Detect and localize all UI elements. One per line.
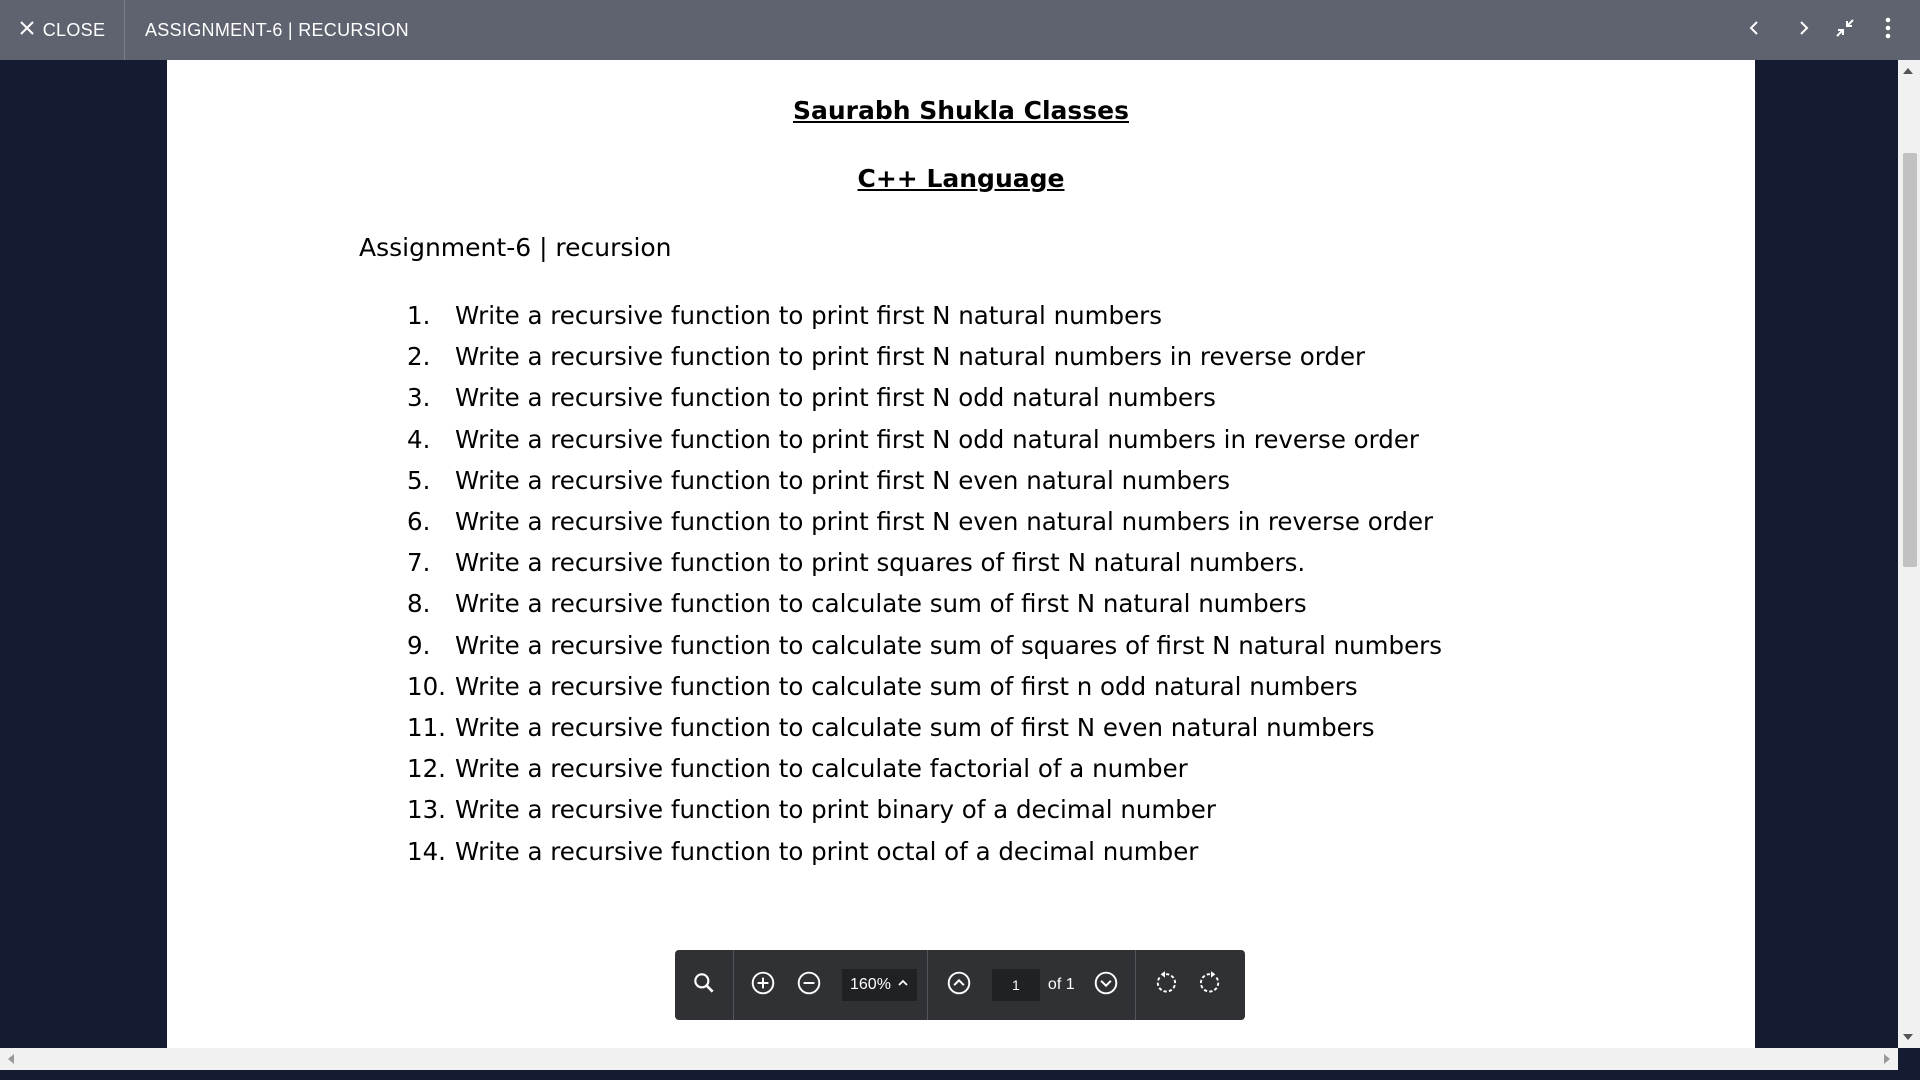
close-button[interactable]: CLOSE	[0, 0, 125, 60]
vertical-scroll-thumb[interactable]	[1903, 153, 1917, 567]
toolbar-divider	[926, 950, 928, 1020]
list-item-number: 10.	[407, 671, 446, 701]
list-item: 14. Write a recursive function to print o…	[407, 830, 1442, 871]
list-item-number: 8.	[407, 589, 431, 619]
page-down-icon	[1093, 970, 1119, 1001]
previous-page-button[interactable]	[936, 962, 982, 1008]
pdf-toolbar: 160% of 1	[675, 950, 1245, 1020]
list-item: 6. Write a recursive function to print fi…	[407, 501, 1442, 542]
search-icon	[691, 970, 717, 1001]
top-bar: CLOSE ASSIGNMENT-6 | RECURSION	[0, 0, 1920, 60]
rotate-right-icon	[1198, 970, 1224, 1001]
page-count-label: of 1	[1047, 976, 1075, 993]
list-item-number: 13.	[407, 795, 446, 825]
chevron-up-icon	[897, 976, 909, 994]
zoom-value: 160%	[850, 976, 891, 993]
close-icon	[19, 20, 35, 41]
document-title: ASSIGNMENT-6 | RECURSION	[145, 20, 409, 40]
rotate-right-button[interactable]	[1188, 962, 1234, 1008]
next-button[interactable]	[1788, 14, 1820, 46]
document-page: Saurabh Shukla Classes C++ Language Assi…	[167, 60, 1755, 1048]
list-item: 2. Write a recursive function to print fi…	[407, 336, 1442, 377]
list-item-number: 6.	[407, 507, 431, 537]
list-item-number: 9.	[407, 630, 431, 660]
list-item: 11. Write a recursive function to calcula…	[407, 707, 1442, 748]
list-item-text: Write a recursive function to calculate …	[455, 671, 1358, 701]
list-item-number: 14.	[407, 836, 446, 866]
list-item-text: Write a recursive function to print octa…	[455, 836, 1199, 866]
list-item: 7. Write a recursive function to print sq…	[407, 542, 1442, 583]
rotate-left-button[interactable]	[1142, 962, 1188, 1008]
list-item-text: Write a recursive function to calculate …	[455, 754, 1188, 784]
list-item-text: Write a recursive function to print firs…	[455, 465, 1230, 495]
list-item-number: 12.	[407, 754, 446, 784]
list-item: 4. Write a recursive function to print fi…	[407, 419, 1442, 460]
toolbar-divider	[733, 950, 734, 1020]
scroll-down-arrow[interactable]	[1903, 1034, 1913, 1040]
vertical-scrollbar[interactable]	[1898, 60, 1920, 1048]
list-item: 12. Write a recursive function to calcula…	[407, 748, 1442, 789]
list-item-text: Write a recursive function to print bina…	[455, 795, 1216, 825]
more-vertical-icon	[1876, 16, 1900, 45]
list-item-text: Write a recursive function to print firs…	[455, 424, 1420, 454]
list-item: 5. Write a recursive function to print fi…	[407, 460, 1442, 501]
scroll-right-arrow[interactable]	[1884, 1054, 1890, 1064]
search-button[interactable]	[681, 962, 727, 1008]
list-item-text: Write a recursive function to print squa…	[455, 548, 1306, 578]
document-subheading: C++ Language	[857, 164, 1065, 193]
zoom-select[interactable]: 160%	[842, 969, 917, 1001]
assignment-title: Assignment-6 | recursion	[359, 233, 672, 262]
next-page-button[interactable]	[1083, 962, 1129, 1008]
list-item-text: Write a recursive function to print firs…	[455, 383, 1216, 413]
chevron-left-icon	[1742, 16, 1766, 45]
page-number-input[interactable]	[991, 969, 1040, 1001]
list-item-number: 3.	[407, 383, 431, 413]
list-item-number: 11.	[407, 712, 446, 742]
list-item-text: Write a recursive function to calculate …	[455, 712, 1375, 742]
list-item: 9. Write a recursive function to calculat…	[407, 625, 1442, 666]
bottom-strip	[0, 1070, 1920, 1080]
list-item-text: Write a recursive function to calculate …	[455, 589, 1307, 619]
list-item: 8. Write a recursive function to calculat…	[407, 583, 1442, 624]
list-item-text: Write a recursive function to print firs…	[455, 342, 1366, 372]
list-item-number: 2.	[407, 342, 431, 372]
chevron-right-icon	[1792, 16, 1816, 45]
scroll-left-arrow[interactable]	[8, 1054, 14, 1064]
list-item-number: 5.	[407, 465, 431, 495]
list-item: 13. Write a recursive function to print b…	[407, 789, 1442, 830]
list-item-number: 4.	[407, 424, 431, 454]
list-item-text: Write a recursive function to print firs…	[455, 301, 1163, 331]
list-item: 3. Write a recursive function to print fi…	[407, 377, 1442, 418]
exit-fullscreen-button[interactable]	[1829, 14, 1861, 46]
horizontal-scrollbar[interactable]	[0, 1048, 1898, 1070]
toolbar-divider	[1134, 950, 1136, 1020]
document-viewer[interactable]: Saurabh Shukla Classes C++ Language Assi…	[0, 60, 1920, 1048]
list-item-number: 7.	[407, 548, 431, 578]
zoom-out-icon	[796, 970, 822, 1001]
document-heading: Saurabh Shukla Classes	[792, 96, 1130, 125]
list-item-text: Write a recursive function to calculate …	[455, 630, 1442, 660]
exit-fullscreen-icon	[1833, 16, 1857, 45]
rotate-left-icon	[1152, 970, 1178, 1001]
list-item: 1. Write a recursive function to print fi…	[407, 295, 1442, 336]
list-item-text: Write a recursive function to print firs…	[455, 507, 1434, 537]
scroll-up-arrow[interactable]	[1903, 68, 1913, 74]
more-options-button[interactable]	[1872, 14, 1904, 46]
previous-button[interactable]	[1738, 14, 1770, 46]
zoom-in-button[interactable]	[740, 962, 786, 1008]
zoom-out-button[interactable]	[786, 962, 832, 1008]
list-item: 10. Write a recursive function to calcula…	[407, 666, 1442, 707]
list-item-number: 1.	[407, 301, 431, 331]
close-label: CLOSE	[42, 19, 106, 40]
page-up-icon	[946, 970, 972, 1001]
exercise-list: 1. Write a recursive function to print fi…	[407, 295, 1442, 872]
zoom-in-icon	[750, 970, 776, 1001]
